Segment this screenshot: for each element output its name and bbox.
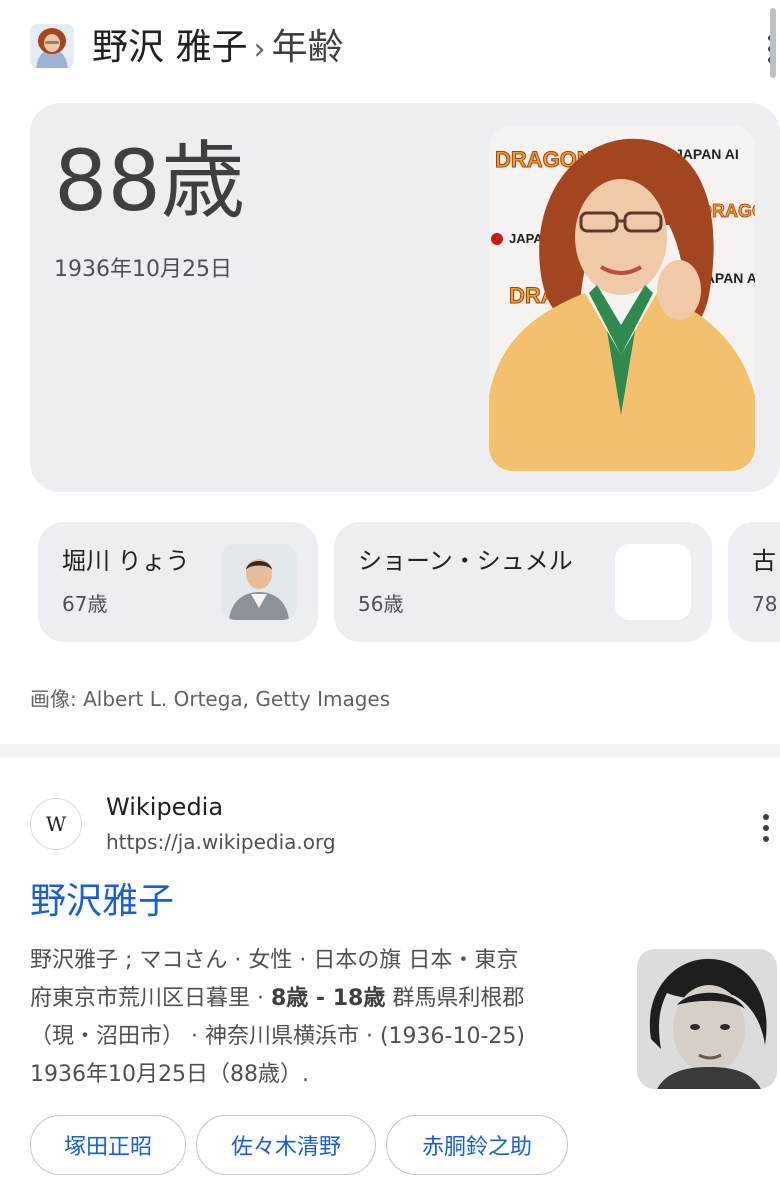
person-card[interactable]: ショーン・シュメル 56歳 (334, 522, 712, 642)
snippet-line: 府東京市荒川区日暮里 · 8歳 - 18歳 群馬県利根郡 (30, 980, 620, 1018)
person-thumbnail (221, 544, 297, 620)
breadcrumb-separator: › (253, 32, 266, 67)
site-url[interactable]: https://ja.wikipedia.org (106, 827, 336, 857)
section-divider (0, 744, 780, 758)
person-age: 67歳 (62, 592, 108, 616)
result-title-link[interactable]: 野沢雅子 (30, 876, 174, 928)
more-vert-icon[interactable] (756, 808, 776, 848)
header-title[interactable]: 野沢 雅子 › 年齢 (92, 26, 343, 72)
wikipedia-icon[interactable]: W (30, 798, 82, 850)
result-thumbnail[interactable] (637, 949, 777, 1089)
person-name: 古 (752, 547, 776, 575)
person-name: 堀川 りょう (62, 547, 190, 575)
entity-photo[interactable]: DRAGON JAPAN AI JAPAN DRAGO DRAG JAPAN A (489, 125, 755, 471)
image-credit: 画像: Albert L. Ortega, Getty Images (30, 687, 391, 711)
related-search-chip[interactable]: 塚田正昭 (30, 1115, 186, 1175)
age-value: 88歳 (54, 132, 245, 230)
attribute-label: 年齢 (271, 27, 344, 68)
person-card[interactable]: 古 78 (728, 522, 780, 642)
related-search-chip[interactable]: 赤胴鈴之助 (386, 1115, 568, 1175)
site-name[interactable]: Wikipedia (106, 791, 223, 823)
scrollbar[interactable] (770, 8, 776, 78)
person-name: ショーン・シュメル (358, 547, 573, 575)
person-age: 78 (752, 592, 778, 616)
related-search-chip[interactable]: 佐々木清野 (196, 1115, 376, 1175)
birth-date: 1936年10月25日 (54, 257, 232, 282)
snippet-line: （現・沼田市） · 神奈川県横浜市 · (1936-10-25) (30, 1024, 525, 1049)
snippet-highlight: 18歳 (332, 986, 386, 1011)
snippet-line: 1936年10月25日（88歳）. (30, 1062, 309, 1087)
person-card[interactable]: 堀川 りょう 67歳 (38, 522, 318, 642)
person-thumbnail (615, 544, 691, 620)
snippet-text: - (308, 986, 333, 1011)
related-people-carousel[interactable]: 堀川 りょう 67歳 ショーン・シュメル 56歳 古 78 (0, 522, 780, 642)
age-answer-card: 88歳 1936年10月25日 DRAGON JAPAN AI JAPAN DR… (30, 103, 780, 492)
snippet-highlight: 8歳 (270, 986, 309, 1011)
snippet-text: 群馬県利根郡 (385, 986, 525, 1011)
snippet-line: 野沢雅子 ; マコさん · 女性 · 日本の旗 日本・東京 (30, 948, 519, 973)
entity-header: 野沢 雅子 › 年齢 (0, 0, 780, 96)
person-age: 56歳 (358, 592, 404, 616)
snippet-text: 府東京市荒川区日暮里 · (30, 986, 271, 1011)
entity-name: 野沢 雅子 (92, 27, 248, 68)
result-snippet: 野沢雅子 ; マコさん · 女性 · 日本の旗 日本・東京 府東京市荒川区日暮里… (30, 942, 620, 1094)
entity-avatar[interactable] (30, 24, 74, 68)
